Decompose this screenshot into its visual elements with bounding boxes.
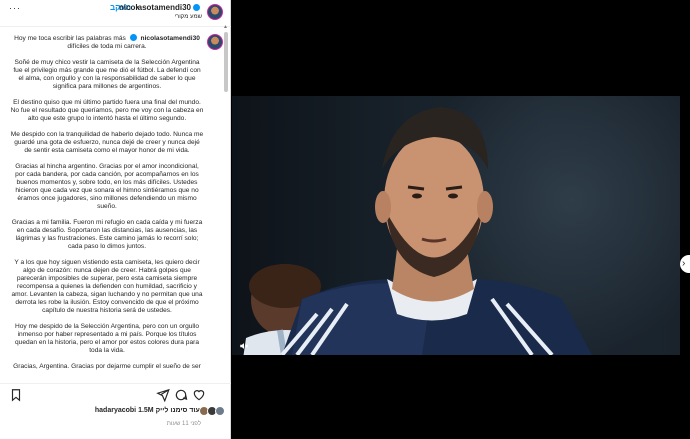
comment-icon[interactable] [174,388,188,402]
caption-first-line: Hoy me toca escribir las palabras más ni… [10,34,204,51]
next-post-button[interactable]: › [680,255,690,273]
post-header: ··· מעקב • nicolasotamendi30 שמע מקורי [0,0,231,27]
post-video[interactable] [232,96,680,355]
audio-subtitle[interactable]: שמע מקורי [174,14,202,20]
verified-badge-icon [193,4,200,11]
more-options-icon[interactable]: ··· [9,3,21,13]
chevron-right-icon: › [682,258,686,269]
verified-badge-icon [129,34,137,41]
caption-intro-end: difíciles de toda mi carrera. [67,43,147,50]
post-timestamp[interactable]: לפני 11 שעות [167,421,201,427]
main-player-figure [280,107,592,355]
mute-icon[interactable] [239,338,249,349]
caption-paragraph: Gracias, Argentina. Gracias por dejarme … [13,363,201,370]
header-username[interactable]: nicolasotamendi30 [119,3,202,12]
likes-text[interactable]: hadaryacobi 1.5M ועוד סימנו לייק [95,407,202,414]
heart-icon[interactable] [192,388,206,402]
username-text[interactable]: nicolasotamendi30 [119,3,191,12]
avatar [215,406,225,416]
caption-avatar[interactable] [207,34,223,50]
likes-count[interactable]: hadaryacobi 1.5M [95,407,154,414]
post-actions-bar [0,383,231,405]
scroll-up-arrow-icon[interactable]: ▲ [223,24,228,30]
scrollbar-thumb[interactable] [224,32,228,92]
caption-intro: Hoy me toca escribir las palabras más [14,35,126,42]
liker-avatars[interactable] [199,406,225,417]
caption-paragraph: El destino quiso que mi último partido f… [10,99,204,122]
caption-paragraph: Y a los que hoy siguen vistiendo esta ca… [11,259,203,314]
bookmark-icon[interactable] [9,388,23,402]
caption-paragraph: Hoy me despido de la Selección Argentina… [14,323,199,354]
instagram-post-viewer: ··· מעקב • nicolasotamendi30 שמע מקורי H… [0,0,690,439]
share-icon[interactable] [156,388,170,403]
likes-suffix: ועוד סימנו לייק [155,407,202,414]
caption-scrollbar[interactable]: ▲ [223,24,229,383]
post-caption: Hoy me toca escribir las palabras más ni… [10,34,204,382]
post-side-panel: ··· מעקב • nicolasotamendi30 שמע מקורי H… [0,0,231,439]
caption-paragraph: Soñé de muy chico vestir la camiseta de … [13,59,201,90]
caption-paragraph: Gracias a mi familia. Fueron mi refugio … [11,219,203,250]
caption-username[interactable]: nicolasotamendi30 [141,35,200,42]
caption-paragraph: Gracias al hincha argentino. Gracias por… [15,163,199,210]
avatar[interactable] [207,4,223,20]
likes-summary[interactable]: hadaryacobi 1.5M ועוד סימנו לייק [0,405,231,419]
caption-paragraph: Me despido con la tranquilidad de haberl… [10,131,204,154]
